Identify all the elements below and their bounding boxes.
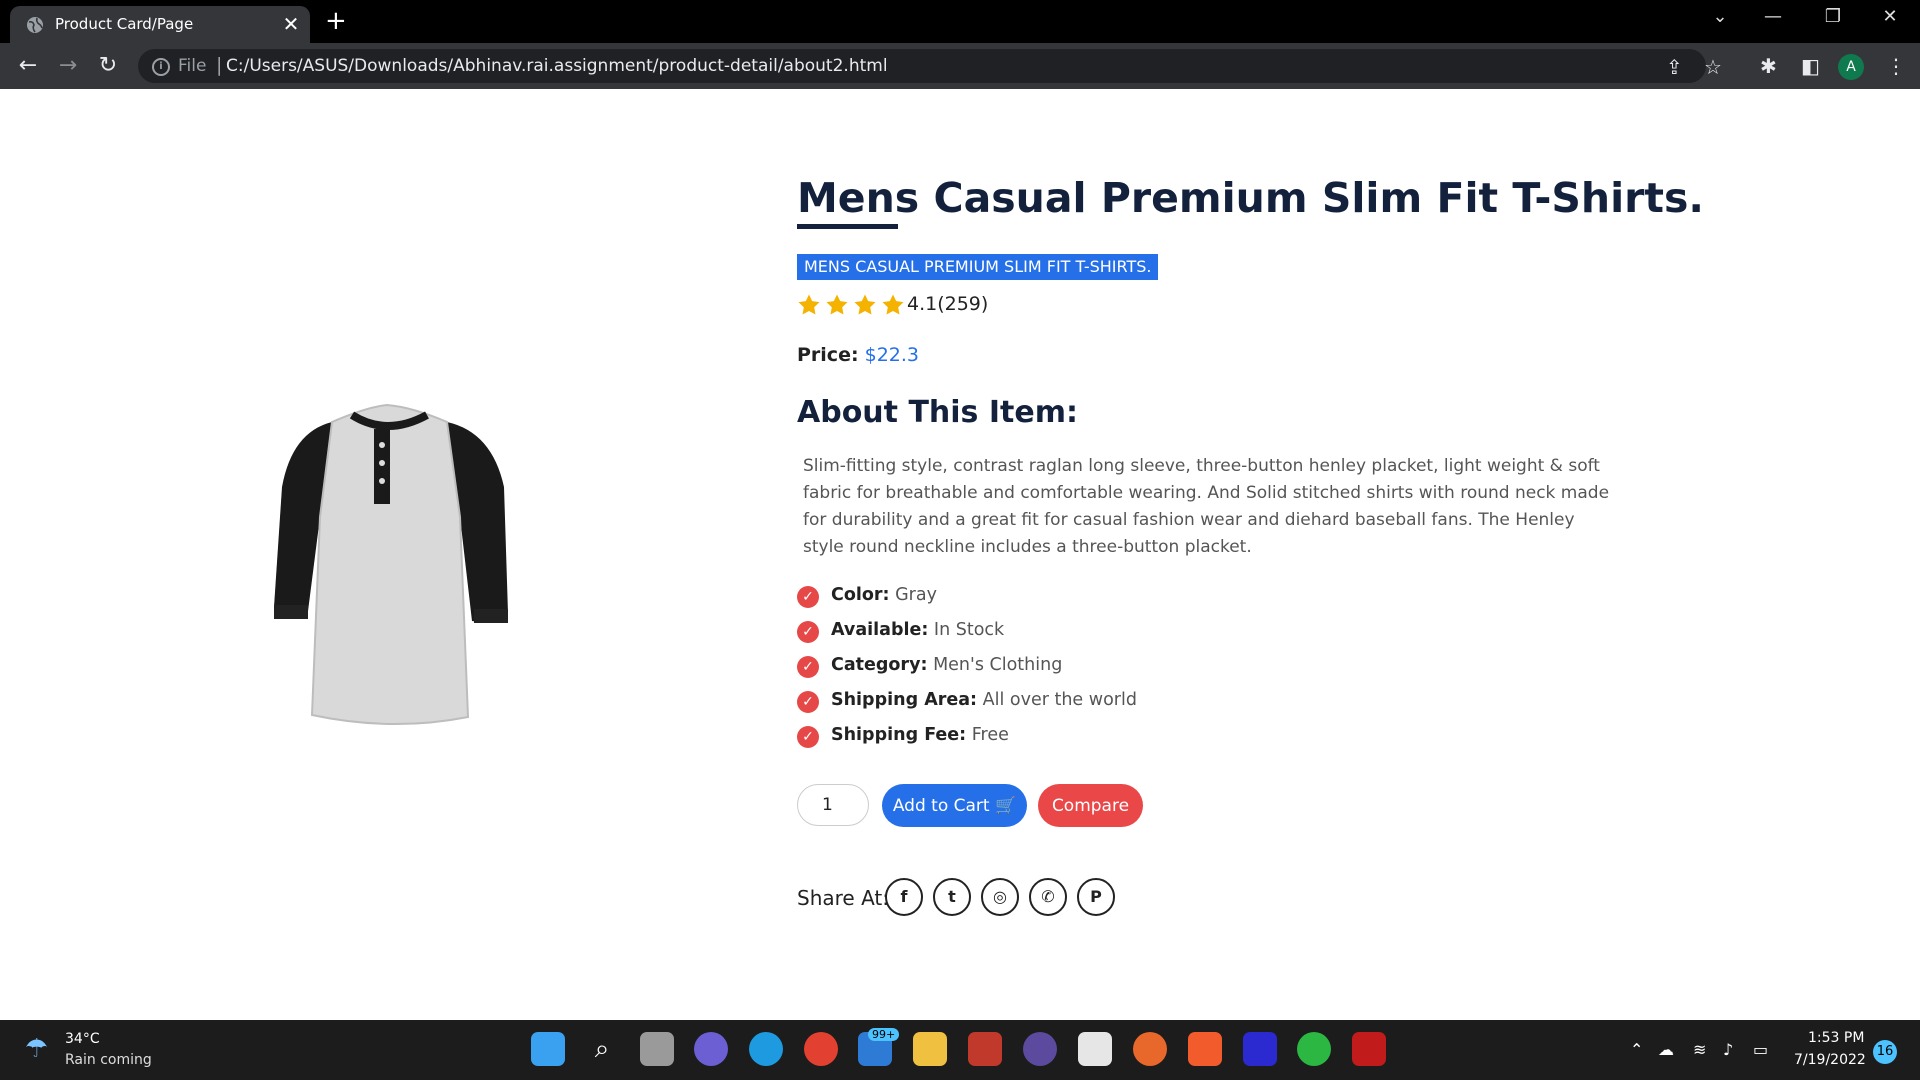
- acrobat-icon[interactable]: [1352, 1032, 1386, 1066]
- rating-count: 4.1(259): [907, 293, 989, 315]
- rain-umbrella-icon[interactable]: ☂: [25, 1034, 48, 1064]
- profile-avatar[interactable]: A: [1838, 54, 1864, 80]
- check-circle-icon: ✓: [797, 586, 819, 608]
- browser-tab[interactable]: Product Card/Page ✕: [10, 6, 310, 43]
- tab-title: Product Card/Page: [55, 15, 194, 33]
- quantity-input[interactable]: [797, 784, 869, 826]
- product-title: Mens Casual Premium Slim Fit T-Shirts.: [797, 174, 1704, 222]
- clock-time[interactable]: 1:53 PM: [1808, 1030, 1864, 1046]
- whatsapp-icon[interactable]: ✆: [1029, 878, 1067, 916]
- check-circle-icon: ✓: [797, 691, 819, 713]
- spec-value: Free: [971, 725, 1009, 745]
- windows-taskbar: ☂ 34°C Rain coming ⌕ 99+ ⌃ ☁ ≋ ♪ ▭ 1:53 …: [0, 1020, 1920, 1080]
- star-icon: [826, 294, 848, 315]
- product-subtitle-badge: MENS CASUAL PREMIUM SLIM FIT T-SHIRTS.: [797, 254, 1159, 280]
- file-explorer-icon[interactable]: [913, 1032, 947, 1066]
- new-tab-icon[interactable]: +: [325, 6, 347, 36]
- url-separator: |: [216, 54, 223, 76]
- share-label: Share At:: [797, 886, 889, 910]
- spec-label: Available:: [831, 620, 929, 640]
- intellij-icon[interactable]: [1243, 1032, 1277, 1066]
- volume-icon[interactable]: ♪: [1723, 1040, 1733, 1059]
- notification-badge[interactable]: 16: [1873, 1040, 1897, 1064]
- restore-icon[interactable]: ❐: [1813, 6, 1853, 27]
- about-heading: About This Item:: [797, 395, 1078, 430]
- share-page-icon[interactable]: ⇪: [1666, 55, 1683, 79]
- forward-arrow-icon[interactable]: →: [52, 50, 84, 82]
- mail-badge: 99+: [868, 1028, 900, 1041]
- chrome-icon[interactable]: [804, 1032, 838, 1066]
- tray-chevron-icon[interactable]: ⌃: [1630, 1040, 1643, 1059]
- onedrive-cloud-icon[interactable]: ☁: [1658, 1040, 1674, 1059]
- clock-date[interactable]: 7/19/2022: [1794, 1052, 1866, 1068]
- weather-description[interactable]: Rain coming: [65, 1052, 152, 1068]
- edge-icon[interactable]: [749, 1032, 783, 1066]
- title-underline: [797, 224, 898, 229]
- spec-label: Category:: [831, 655, 928, 675]
- side-panel-icon[interactable]: ◧: [1801, 54, 1820, 78]
- globe-icon: [27, 17, 43, 33]
- spec-value: Men's Clothing: [933, 655, 1063, 675]
- info-icon[interactable]: i: [152, 58, 170, 76]
- browser-tab-strip: Product Card/Page ✕ + ⌄ — ❐ ✕: [0, 0, 1920, 43]
- star-icon: [882, 294, 904, 315]
- price-row: Price: $22.3: [797, 344, 919, 366]
- start-menu-icon[interactable]: [531, 1032, 565, 1066]
- teams-chat-icon[interactable]: [694, 1032, 728, 1066]
- spec-label: Shipping Fee:: [831, 725, 967, 745]
- spec-label: Shipping Area:: [831, 690, 978, 710]
- url-text[interactable]: C:/Users/ASUS/Downloads/Abhinav.rai.assi…: [226, 56, 888, 76]
- price-value: $22.3: [864, 344, 920, 366]
- back-arrow-icon[interactable]: ←: [12, 50, 44, 82]
- file-scheme-label: File: [178, 56, 207, 76]
- product-image: [274, 403, 508, 726]
- firefox-icon[interactable]: [1133, 1032, 1167, 1066]
- wifi-icon[interactable]: ≋: [1693, 1040, 1706, 1059]
- store-icon[interactable]: [1078, 1032, 1112, 1066]
- weather-temperature[interactable]: 34°C: [65, 1031, 100, 1047]
- add-to-cart-button[interactable]: Add to Cart 🛒: [882, 784, 1027, 827]
- twitter-icon[interactable]: t: [933, 878, 971, 916]
- bookmark-star-icon[interactable]: ☆: [1704, 55, 1722, 79]
- cart-icon: 🛒: [994, 795, 1017, 816]
- pinterest-icon[interactable]: P: [1077, 878, 1115, 916]
- spec-value: Gray: [895, 585, 937, 605]
- instagram-icon[interactable]: ◎: [981, 878, 1019, 916]
- browser-toolbar: ← → ↻ i File | C:/Users/ASUS/Downloads/A…: [0, 43, 1920, 89]
- address-bar[interactable]: i File | C:/Users/ASUS/Downloads/Abhinav…: [138, 49, 1722, 83]
- tab-search-icon[interactable]: ⌄: [1700, 6, 1740, 27]
- whatsapp-app-icon[interactable]: [1297, 1032, 1331, 1066]
- product-description: Slim-fitting style, contrast raglan long…: [803, 456, 1610, 557]
- page-content: Mens Casual Premium Slim Fit T-Shirts. M…: [0, 89, 1920, 1020]
- spec-label: Color:: [831, 585, 890, 605]
- window-close-icon[interactable]: ✕: [1870, 6, 1910, 27]
- minimize-icon[interactable]: —: [1753, 6, 1793, 27]
- search-icon[interactable]: ⌕: [585, 1032, 619, 1066]
- star-icon: [798, 294, 820, 315]
- star-icon: [854, 294, 876, 315]
- reload-icon[interactable]: ↻: [92, 50, 124, 82]
- browser-menu-icon[interactable]: ⋮: [1886, 54, 1906, 78]
- media-player-icon[interactable]: [1023, 1032, 1057, 1066]
- check-circle-icon: ✓: [797, 726, 819, 748]
- facebook-icon[interactable]: f: [885, 878, 923, 916]
- star-rating: [797, 293, 909, 317]
- price-label: Price:: [797, 344, 859, 366]
- close-tab-icon[interactable]: ✕: [280, 12, 302, 36]
- extensions-icon[interactable]: ✱: [1760, 54, 1777, 78]
- battery-icon[interactable]: ▭: [1753, 1040, 1768, 1059]
- brave-icon[interactable]: [1188, 1032, 1222, 1066]
- spec-value: In Stock: [933, 620, 1005, 640]
- check-circle-icon: ✓: [797, 621, 819, 643]
- task-view-icon[interactable]: [640, 1032, 674, 1066]
- check-circle-icon: ✓: [797, 656, 819, 678]
- spec-value: All over the world: [982, 690, 1137, 710]
- compare-button[interactable]: Compare: [1038, 784, 1143, 827]
- gift-icon[interactable]: [968, 1032, 1002, 1066]
- add-to-cart-label: Add to Cart: [892, 795, 990, 816]
